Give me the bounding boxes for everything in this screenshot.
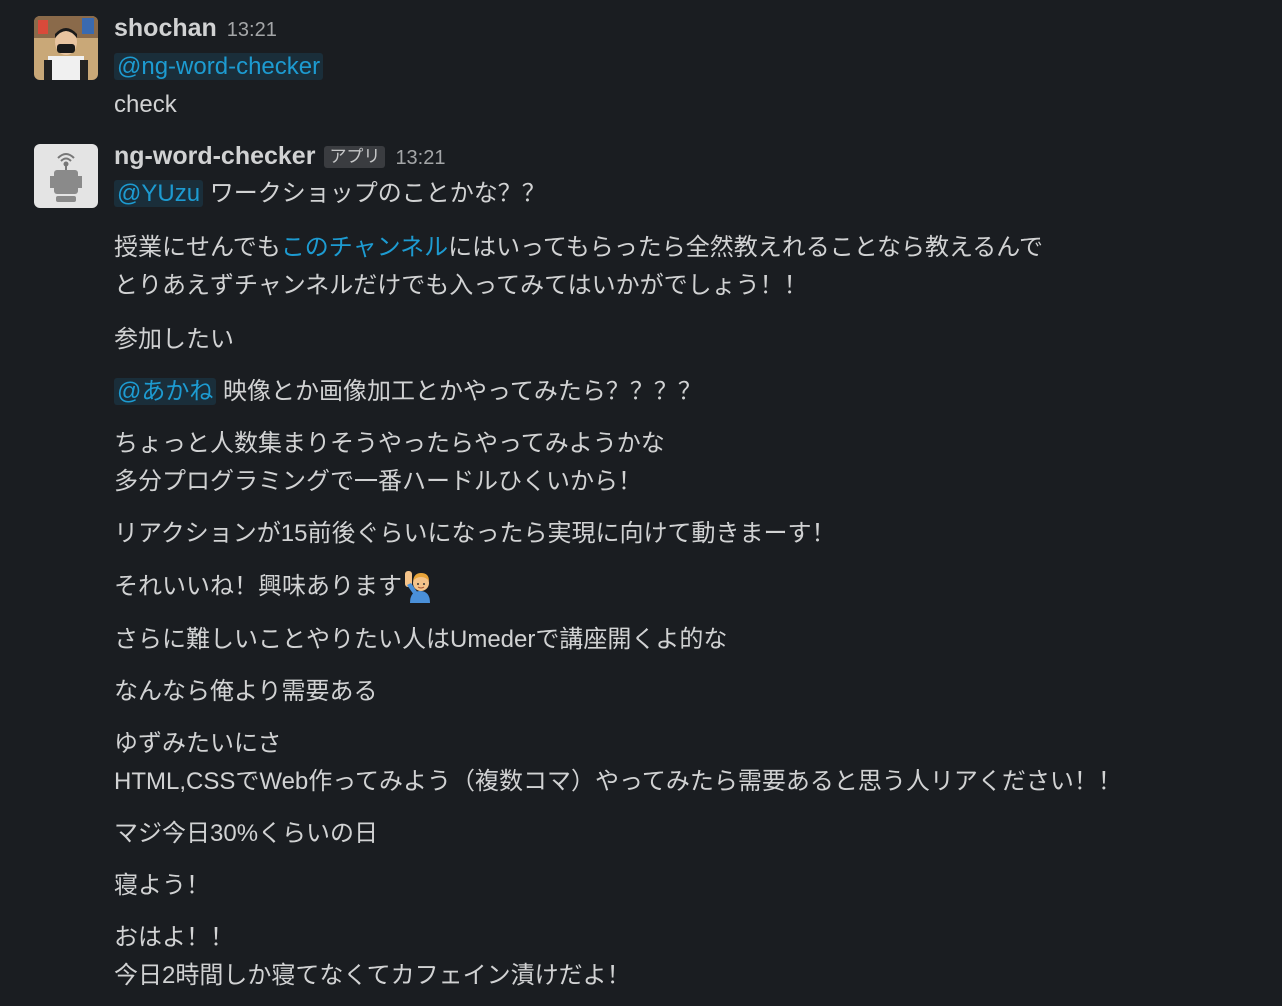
message-text: それいいね！興味あります [114, 567, 438, 606]
message-body: それいいね！興味あります [114, 573, 402, 600]
message-text: check [114, 91, 177, 118]
message-text: ゆずみたいにさ [114, 730, 282, 757]
app-badge: アプリ [324, 146, 386, 168]
message-header: shochan 13:21 [114, 14, 277, 44]
message-body: ワークショップのことかな？？ [209, 180, 546, 207]
timestamp[interactable]: 13:21 [227, 19, 277, 42]
message-text: 授業にせんでもこのチャンネルにはいってもらったら全然教えれることなら教えるんで [114, 229, 1043, 267]
man-raising-hand-emoji-icon [405, 571, 430, 603]
message-text: 参加したい [114, 326, 234, 353]
message-text: とりあえずチャンネルだけでも入ってみてはいかがでしょう！！ [114, 272, 808, 299]
avatar-shochan[interactable] [34, 16, 98, 80]
message-text: おはよ！！ [114, 924, 234, 951]
user-photo-icon [34, 16, 98, 80]
avatar-ng-word-checker[interactable] [34, 144, 98, 208]
message-text: HTML,CSSでWeb作ってみよう（複数コマ）やってみたら需要あると思う人リア… [114, 768, 1122, 795]
message-text: 今日2時間しか寝てなくてカフェイン漬けだよ！ [114, 962, 631, 989]
message-text: マジ今日30%くらいの日 [114, 820, 379, 847]
message-header: ng-word-checker アプリ 13:21 [114, 142, 446, 172]
timestamp[interactable]: 13:21 [395, 147, 445, 170]
message-text: @YUzu ワークショップのことかな？？ [114, 175, 546, 213]
message-body: にはいってもらったら全然教えれることなら教えるんで [448, 234, 1044, 261]
message-text: リアクションが15前後ぐらいになったら実現に向けて動きまーす！ [114, 520, 836, 547]
message-body: 映像とか画像加工とかやってみたら？？？？ [223, 378, 702, 405]
sender-name[interactable]: ng-word-checker [114, 142, 315, 171]
message-text: @あかね 映像とか画像加工とかやってみたら？？？？ [114, 373, 702, 411]
mention-yuzu[interactable]: @YUzu [114, 180, 204, 207]
robot-app-icon [34, 144, 98, 208]
message-text: 多分プログラミングで一番ハードルひくいから！ [114, 468, 642, 495]
message-text: @ng-word-checker [114, 48, 324, 86]
message-body: 授業にせんでも [114, 234, 281, 261]
channel-link[interactable]: このチャンネル [281, 234, 448, 261]
message-text: さらに難しいことやりたい人はUmederで講座開くよ的な [114, 626, 728, 653]
message-text: 寝よう！ [114, 872, 210, 899]
mention-akane[interactable]: @あかね [114, 378, 217, 405]
sender-name[interactable]: shochan [114, 14, 217, 43]
message-text: なんなら俺より需要ある [114, 678, 378, 705]
mention-ng-word-checker[interactable]: @ng-word-checker [114, 53, 324, 80]
message-text: ちょっと人数集まりそうやったらやってみようかな [114, 430, 665, 457]
